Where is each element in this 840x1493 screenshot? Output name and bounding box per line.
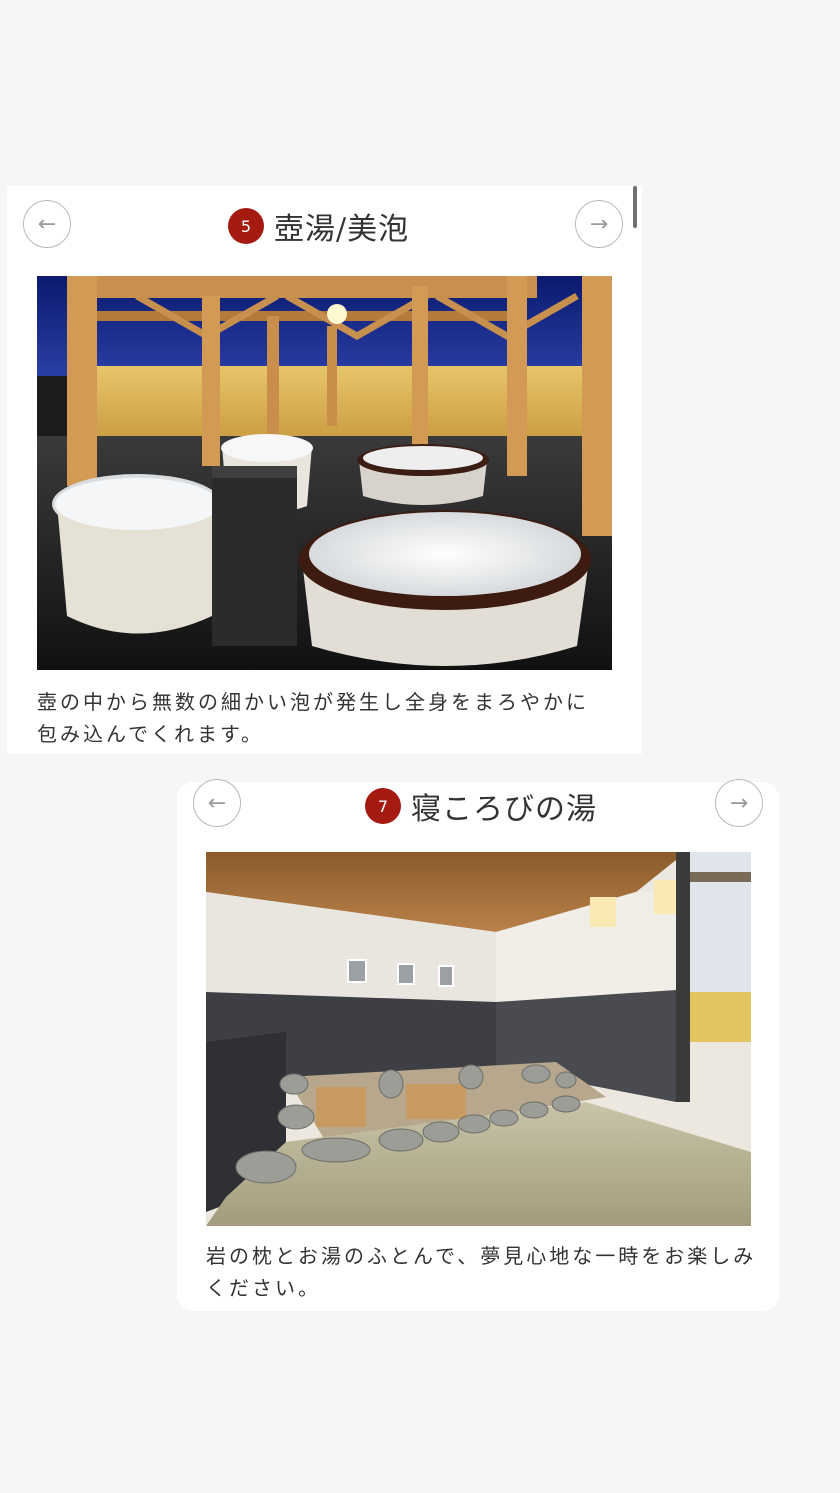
facility-card-nekorobi: ← 7 寝ころびの湯 → 岩の枕とお湯のふとんで、夢見心地な一時をお楽しみ くだ… [177, 779, 779, 1311]
prev-slide-button[interactable]: ← [23, 200, 71, 248]
arrow-left-icon: ← [37, 211, 57, 237]
number-badge: 7 [365, 788, 401, 824]
number-badge: 5 [228, 208, 264, 244]
description-line: ください。 [206, 1276, 321, 1300]
outdoor-jar-baths-photo [37, 276, 612, 670]
description-line: 壺の中から無数の細かい泡が発生し全身をまろやかに [37, 690, 589, 714]
card-title: 壺湯/美泡 [274, 212, 410, 247]
next-slide-button[interactable]: → [715, 779, 763, 827]
facility-card-tsuboyu: ← 5 壺湯/美泡 → 壺の中から無数の細かい泡が発生し全身をまろやかに 包み込… [7, 186, 642, 754]
description-line: 包み込んでくれます。 [37, 722, 264, 746]
arrow-left-icon: ← [207, 790, 227, 816]
next-slide-button[interactable]: → [575, 200, 623, 248]
description-line: 岩の枕とお湯のふとんで、夢見心地な一時をお楽しみ [206, 1244, 757, 1268]
card-title-row: 7 寝ころびの湯 [365, 784, 597, 828]
arrow-right-icon: → [589, 211, 609, 237]
card-description: 岩の枕とお湯のふとんで、夢見心地な一時をお楽しみ ください。 [206, 1240, 756, 1304]
card-title: 寝ころびの湯 [411, 792, 597, 827]
rock-pillow-bath-photo [206, 852, 751, 1226]
card-title-row: 5 壺湯/美泡 [228, 204, 409, 248]
scrollbar[interactable] [633, 186, 637, 228]
prev-slide-button[interactable]: ← [193, 779, 241, 827]
arrow-right-icon: → [729, 790, 749, 816]
card-description: 壺の中から無数の細かい泡が発生し全身をまろやかに 包み込んでくれます。 [37, 686, 589, 750]
